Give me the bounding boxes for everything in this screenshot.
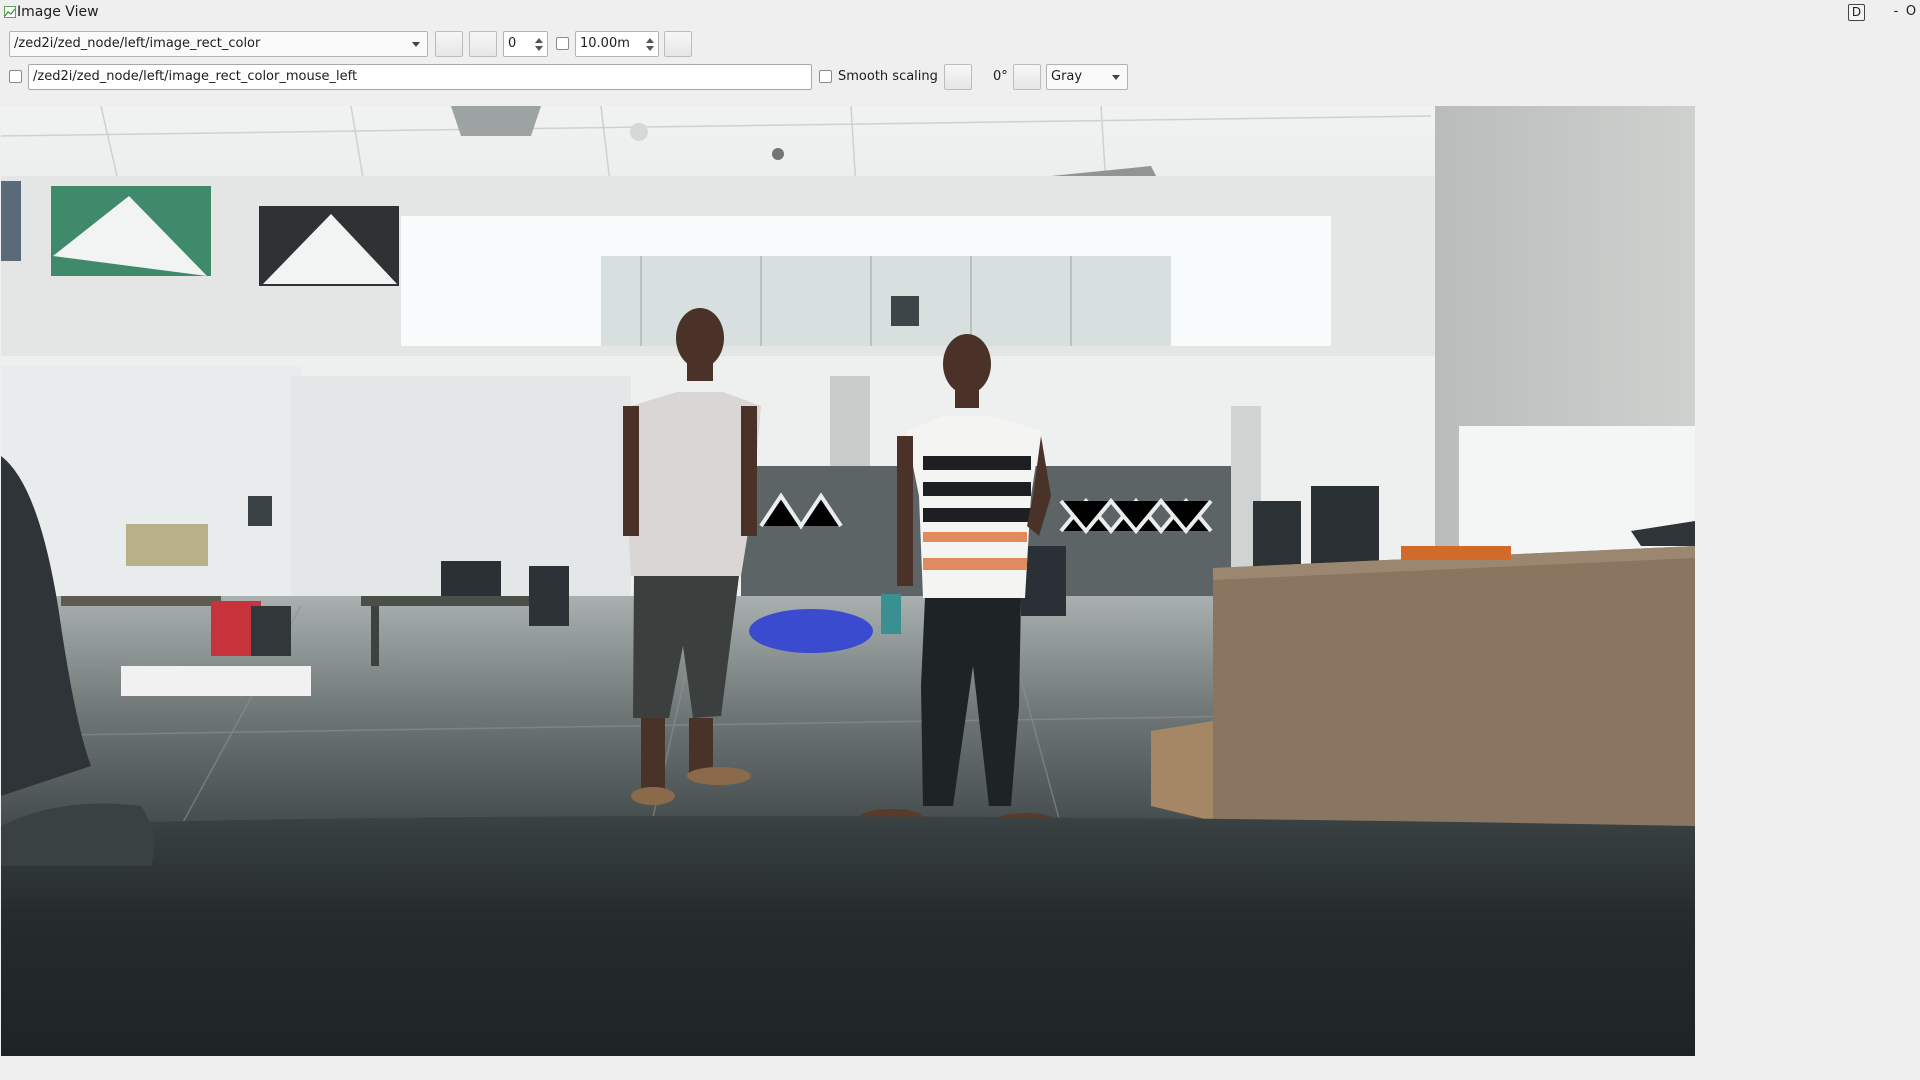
window-title: Image View: [17, 4, 99, 20]
mouse-topic-value: /zed2i/zed_node/left/image_rect_color_mo…: [33, 69, 358, 84]
topic-combo[interactable]: /zed2i/zed_node/left/image_rect_color: [9, 31, 428, 57]
colormap-combo[interactable]: Gray: [1046, 64, 1128, 90]
rotate-left-button[interactable]: [944, 64, 972, 90]
min-value-spinbox[interactable]: 0: [503, 31, 548, 57]
max-value: 10.00m: [580, 36, 630, 51]
publish-click-checkbox[interactable]: [9, 70, 22, 83]
chevron-down-icon: [412, 42, 420, 47]
dynamic-range-checkbox[interactable]: [556, 37, 569, 50]
rotation-label: 0°: [993, 69, 1008, 84]
spin-up-icon[interactable]: [535, 38, 543, 43]
chevron-down-icon: [1112, 75, 1120, 80]
image-view-window: Image View D - O /zed2i/zed_node/left/im…: [0, 0, 1920, 1080]
dock-toggle-button[interactable]: D: [1848, 4, 1865, 21]
mouse-topic-field[interactable]: /zed2i/zed_node/left/image_rect_color_mo…: [28, 64, 812, 90]
zoom-button[interactable]: [469, 31, 497, 57]
smooth-scaling-checkbox[interactable]: [819, 70, 832, 83]
min-value: 0: [508, 36, 517, 51]
title-bar: Image View D - O: [0, 0, 1920, 26]
spin-down-icon[interactable]: [535, 46, 543, 51]
image-display[interactable]: [1, 106, 1695, 1056]
topic-combo-value: /zed2i/zed_node/left/image_rect_color: [14, 36, 261, 51]
refresh-topics-button[interactable]: [435, 31, 463, 57]
smooth-scaling-label: Smooth scaling: [838, 69, 938, 84]
save-image-button[interactable]: [664, 31, 692, 57]
max-value-spinbox[interactable]: 10.00m: [575, 31, 659, 57]
rotate-right-button[interactable]: [1013, 64, 1041, 90]
camera-frame-image: [1, 106, 1695, 1056]
close-button[interactable]: O: [1904, 4, 1918, 20]
image-view-icon: [4, 6, 16, 18]
spin-up-icon[interactable]: [646, 38, 654, 43]
minimize-button[interactable]: -: [1890, 4, 1902, 20]
spin-down-icon[interactable]: [646, 46, 654, 51]
colormap-value: Gray: [1051, 69, 1083, 84]
